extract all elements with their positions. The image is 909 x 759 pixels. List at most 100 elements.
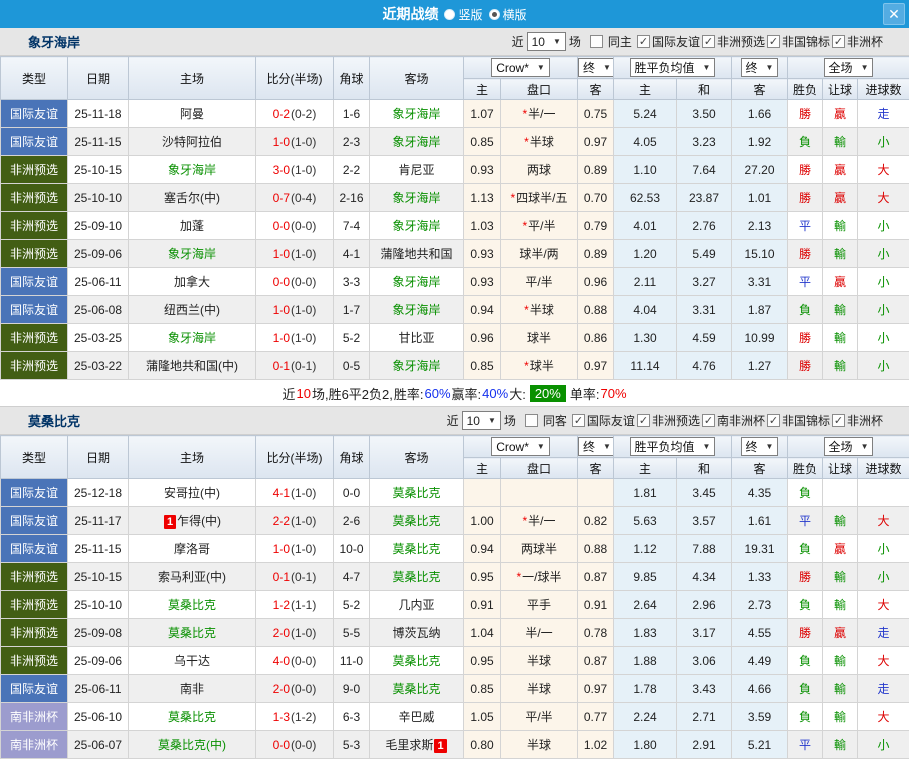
home-team-name: 乍得(中) (177, 514, 221, 528)
result-outcome: 平 (788, 212, 823, 240)
handicap-line: *半球 (501, 128, 578, 156)
chevron-down-icon: ▼ (537, 63, 545, 72)
match-row: 非洲预选25-09-10加蓬0-0(0-0)7-4象牙海岸1.03*平/半0.7… (1, 212, 909, 240)
match-row: 非洲预选25-10-15象牙海岸3-0(1-0)2-2肯尼亚0.93两球0.89… (1, 156, 909, 184)
home-team-name: 莫桑比克(中) (158, 738, 226, 752)
fulltime-score: 1-2 (273, 598, 290, 612)
away-team-name: 象牙海岸 (392, 219, 440, 233)
handicap-text: 球半/两 (519, 247, 558, 261)
avg-away-odds: 1.33 (732, 563, 788, 591)
match-score: 2-0(1-0) (256, 619, 334, 647)
competition-filter-checkbox[interactable]: 非国锦标 (765, 412, 830, 429)
avg-home-odds: 2.11 (614, 268, 677, 296)
home-team: 莫桑比克 (129, 619, 256, 647)
away-handicap-odds: 0.91 (578, 591, 614, 619)
away-team: 象牙海岸 (370, 184, 464, 212)
match-type-badge: 非洲预选 (1, 212, 68, 240)
home-team: 加蓬 (129, 212, 256, 240)
home-team: 加拿大 (129, 268, 256, 296)
home-team: 莫桑比克 (129, 591, 256, 619)
competition-filter-checkbox[interactable]: 非洲预选 (635, 412, 700, 429)
result-handicap: 輸 (823, 324, 858, 352)
avg-draw-odds: 3.45 (677, 479, 732, 507)
games-count-select[interactable]: 10 ▼ (462, 411, 501, 430)
match-date: 25-11-15 (68, 535, 129, 563)
handicap-text: 半/一 (528, 514, 555, 528)
result-goals: 走 (858, 675, 909, 703)
home-team: 安哥拉(中) (129, 479, 256, 507)
match-date: 25-06-10 (68, 703, 129, 731)
final-average-select[interactable]: 终 ▼ (741, 437, 779, 456)
match-score: 3-0(1-0) (256, 156, 334, 184)
home-team: 莫桑比克(中) (129, 731, 256, 759)
halftime-score: (0-0) (291, 219, 316, 233)
result-goals: 小 (858, 128, 909, 156)
same-away-checkbox[interactable] (525, 414, 538, 427)
layout-radio-vertical[interactable]: 竖版 (444, 6, 482, 23)
chevron-down-icon: ▼ (703, 442, 711, 451)
result-outcome: 負 (788, 675, 823, 703)
competition-filter-checkbox[interactable]: 国际友谊 (570, 412, 635, 429)
halftime-score: (1-2) (291, 710, 316, 724)
competition-filter-label: 非国锦标 (782, 33, 830, 50)
match-row: 国际友谊25-11-15摩洛哥1-0(1-0)10-0莫桑比克0.94两球半0.… (1, 535, 909, 563)
competition-filter-checkbox[interactable]: 非洲杯 (830, 33, 883, 50)
avg-away-odds: 1.27 (732, 352, 788, 380)
match-row: 非洲预选25-10-10莫桑比克1-2(1-1)5-2几内亚0.91平手0.91… (1, 591, 909, 619)
handicap-line (501, 479, 578, 507)
final-average-select[interactable]: 终 ▼ (741, 58, 779, 77)
halftime-score: (0-2) (291, 107, 316, 121)
same-home-checkbox[interactable] (590, 35, 603, 48)
result-handicap: 贏 (823, 156, 858, 184)
col-header-away: 客场 (370, 57, 464, 100)
competition-filter-checkbox[interactable]: 南非洲杯 (700, 412, 765, 429)
competition-filter-checkbox[interactable]: 国际友谊 (635, 33, 700, 50)
match-date: 25-11-18 (68, 100, 129, 128)
away-team: 象牙海岸 (370, 296, 464, 324)
close-button[interactable]: ✕ (883, 3, 905, 25)
competition-filter-checkbox[interactable]: 非国锦标 (765, 33, 830, 50)
halftime-score: (0-1) (291, 570, 316, 584)
average-odds-select[interactable]: 胜平负均值 ▼ (630, 437, 716, 456)
result-goals: 走 (858, 100, 909, 128)
games-label: 场 (504, 412, 516, 429)
handicap-text: 平/半 (525, 710, 552, 724)
away-handicap-odds: 0.87 (578, 647, 614, 675)
away-handicap-odds: 0.70 (578, 184, 614, 212)
home-team-name: 沙特阿拉伯 (162, 135, 222, 149)
match-row: 非洲预选25-10-10塞舌尔(中)0-7(0-4)2-16象牙海岸1.13*四… (1, 184, 909, 212)
result-goals: 大 (858, 703, 909, 731)
fulltime-score: 3-0 (273, 163, 290, 177)
match-type-badge: 非洲预选 (1, 563, 68, 591)
handicap-line: 平/半 (501, 703, 578, 731)
avg-draw-odds: 3.06 (677, 647, 732, 675)
handicap-line: 平手 (501, 591, 578, 619)
handicap-text: 半球 (527, 682, 551, 696)
corner-score: 2-16 (334, 184, 370, 212)
bookmaker-select[interactable]: Crow* ▼ (491, 437, 550, 456)
average-odds-select[interactable]: 胜平负均值 ▼ (630, 58, 716, 77)
competition-filter-checkbox[interactable]: 非洲杯 (830, 412, 883, 429)
chevron-down-icon: ▼ (603, 63, 611, 72)
games-count-select[interactable]: 10 ▼ (527, 32, 566, 51)
avg-away-odds: 5.21 (732, 731, 788, 759)
scope-select[interactable]: 全场 ▼ (824, 58, 874, 77)
competition-filter-checkbox[interactable]: 非洲预选 (700, 33, 765, 50)
avg-home-odds: 1.20 (614, 240, 677, 268)
away-handicap-odds: 0.97 (578, 675, 614, 703)
scope-select[interactable]: 全场 ▼ (824, 437, 874, 456)
final-odds-select[interactable]: 终 ▼ (578, 437, 614, 456)
halftime-score: (0-0) (291, 682, 316, 696)
checkbox-checked-icon (767, 35, 780, 48)
halftime-score: (1-0) (291, 542, 316, 556)
handicap-star-marker: * (522, 514, 527, 528)
col-header-score: 比分(半场) (256, 57, 334, 100)
corner-score: 5-2 (334, 591, 370, 619)
handicap-line: *半/一 (501, 100, 578, 128)
bookmaker-select[interactable]: Crow* ▼ (491, 58, 550, 77)
final-odds-select[interactable]: 终 ▼ (578, 58, 614, 77)
handicap-text: 一/球半 (522, 570, 561, 584)
competition-filter-label: 非洲预选 (717, 33, 765, 50)
layout-radio-horizontal[interactable]: 横版 (489, 6, 527, 23)
away-team-name: 莫桑比克 (392, 654, 440, 668)
